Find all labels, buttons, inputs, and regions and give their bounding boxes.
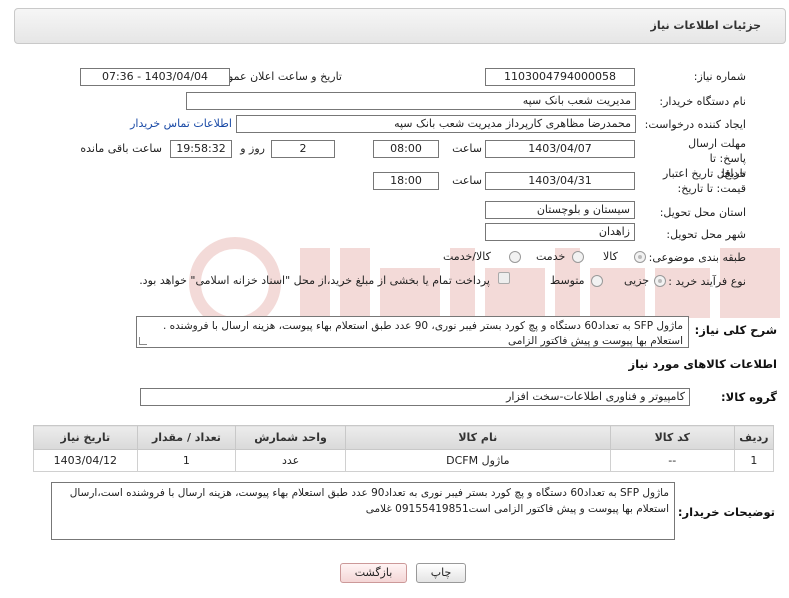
general-description-text: ماژول SFP به تعداد60 دستگاه و پچ کورد بس…	[162, 320, 683, 347]
header-panel: جزئیات اطلاعات نیاز	[14, 8, 786, 44]
cell-unit: عدد	[235, 449, 346, 472]
goods-table-header: ردیف کد کالا نام کالا واحد شمارش تعداد /…	[33, 425, 775, 450]
cell-row: 1	[733, 449, 775, 472]
buyer-contact-link[interactable]: اطلاعات تماس خریدار	[130, 117, 232, 130]
goods-group-field: کامپیوتر و فناوری اطلاعات-سخت افزار	[140, 388, 690, 406]
reply-deadline-time: 08:00	[373, 140, 439, 158]
cell-code: --	[609, 449, 735, 472]
delivery-city-label: شهر محل تحویل:	[666, 228, 746, 241]
purchase-medium-label: متوسط	[550, 274, 585, 287]
validity-time-label: ساعت	[452, 174, 482, 187]
requester-field: محمدرضا مظاهری کارپرداز مدیریت شعب بانک …	[236, 115, 636, 133]
price-validity-time: 18:00	[373, 172, 439, 190]
col-row: ردیف	[733, 425, 775, 450]
purchase-medium-radio[interactable]	[591, 275, 603, 287]
treasury-payment-checkbox[interactable]	[498, 272, 510, 284]
table-row[interactable]: 1 -- ماژول DCFM عدد 1 1403/04/12	[33, 449, 775, 472]
buyer-notes-label: توضیحات خریدار:	[677, 505, 775, 519]
remaining-label: ساعت باقی مانده	[80, 142, 162, 155]
goods-group-label: گروه کالا:	[721, 390, 777, 404]
category-service-radio[interactable]	[572, 251, 584, 263]
delivery-province-field: سیستان و بلوچستان	[485, 201, 635, 219]
category-label: طبقه بندی موضوعی:	[648, 251, 746, 264]
remaining-days: 2	[271, 140, 335, 158]
days-label: روز و	[240, 142, 265, 155]
cell-name: ماژول DCFM	[344, 449, 611, 472]
back-button[interactable]: بازگشت	[340, 563, 407, 583]
goods-table: ردیف کد کالا نام کالا واحد شمارش تعداد /…	[33, 425, 775, 472]
print-button[interactable]: چاپ	[416, 563, 466, 583]
buyer-org-field: مدیریت شعب بانک سپه	[186, 92, 636, 110]
purchase-type-label: نوع فرآیند خرید :	[668, 275, 746, 288]
purchase-minor-radio[interactable]	[654, 275, 666, 287]
col-date: تاریخ نیاز	[33, 425, 138, 450]
col-name: نام کالا	[344, 425, 611, 450]
general-description-field: ماژول SFP به تعداد60 دستگاه و پچ کورد بس…	[136, 316, 689, 348]
category-both-radio[interactable]	[509, 251, 521, 263]
category-goods-radio[interactable]	[634, 251, 646, 263]
buyer-notes-field: ماژول SFP به تعداد60 دستگاه و پچ کورد بس…	[51, 482, 675, 540]
category-both-label: کالا/خدمت	[443, 250, 491, 263]
requester-label: ایجاد کننده درخواست:	[644, 118, 746, 131]
cell-date: 1403/04/12	[33, 449, 138, 472]
remaining-time: 19:58:32	[170, 140, 232, 158]
price-validity-date: 1403/04/31	[485, 172, 635, 190]
cell-qty: 1	[136, 449, 237, 472]
treasury-payment-note: پرداخت تمام یا بخشی از مبلغ خرید،از محل …	[139, 274, 490, 287]
announce-datetime-field: 1403/04/04 - 07:36	[80, 68, 230, 86]
col-qty: تعداد / مقدار	[136, 425, 237, 450]
general-description-label: شرح کلی نیاز:	[694, 323, 777, 337]
resize-handle-icon[interactable]	[139, 337, 147, 345]
price-validity-label: حداقل تاریخ اعتبار قیمت: تا تاریخ:	[662, 167, 746, 195]
category-goods-label: کالا	[603, 250, 618, 263]
need-number-field: 1103004794000058	[485, 68, 635, 86]
reply-time-label: ساعت	[452, 142, 482, 155]
delivery-province-label: استان محل تحویل:	[659, 206, 746, 219]
category-service-label: خدمت	[536, 250, 566, 263]
buyer-notes-text: ماژول SFP به تعداد60 دستگاه و پچ کورد بس…	[69, 487, 669, 515]
page-title: جزئیات اطلاعات نیاز	[650, 19, 762, 32]
purchase-minor-label: جزیی	[624, 274, 650, 287]
delivery-city-field: زاهدان	[485, 223, 635, 241]
buyer-org-label: نام دستگاه خریدار:	[659, 95, 746, 108]
goods-section-title: اطلاعات کالاهای مورد نیاز	[628, 357, 777, 371]
col-unit: واحد شمارش	[235, 425, 346, 450]
reply-deadline-date: 1403/04/07	[485, 140, 635, 158]
need-number-label: شماره نیاز:	[693, 70, 746, 83]
col-code: کد کالا	[609, 425, 735, 450]
